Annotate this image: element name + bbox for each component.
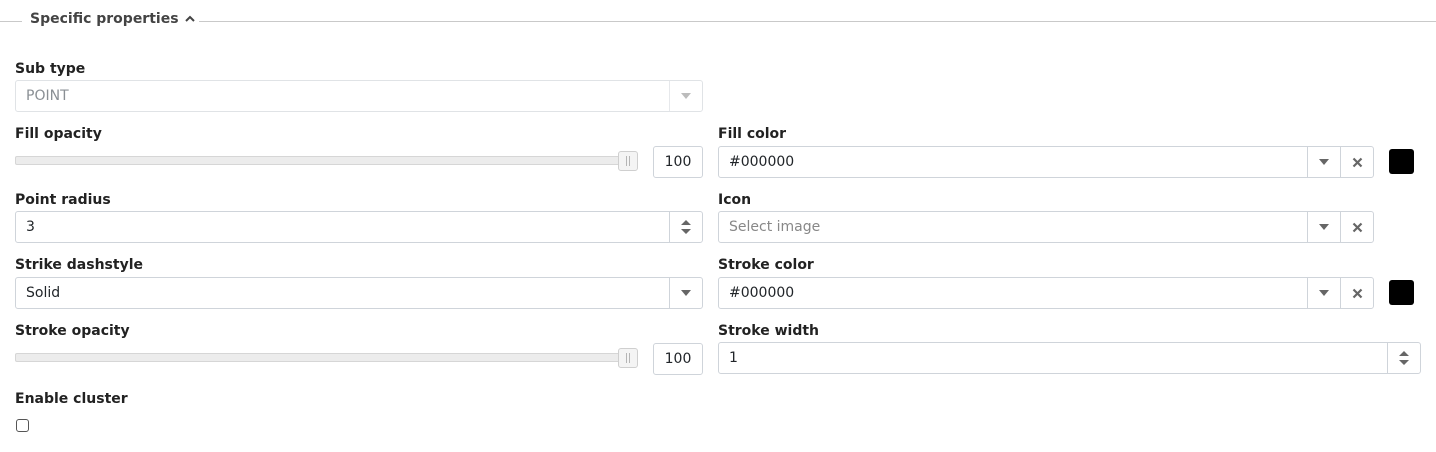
fill-opacity-input[interactable]: 100 xyxy=(653,146,703,178)
stroke-width-label: Stroke width xyxy=(718,323,820,339)
stroke-color-swatch[interactable] xyxy=(1389,280,1414,305)
stroke-opacity-input[interactable]: 100 xyxy=(653,343,703,375)
caret-down-icon[interactable] xyxy=(1307,147,1340,177)
stroke-color-label: Stroke color xyxy=(718,257,814,273)
section-divider-left xyxy=(0,21,22,22)
stroke-opacity-slider-track[interactable] xyxy=(15,353,637,362)
stroke-width-value: 1 xyxy=(729,350,738,366)
enable-cluster-checkbox[interactable] xyxy=(16,419,29,432)
sub-type-select[interactable]: POINT xyxy=(15,80,703,112)
section-toggle[interactable]: Specific properties xyxy=(30,11,199,27)
icon-select[interactable]: Select image xyxy=(718,211,1374,243)
sub-type-label: Sub type xyxy=(15,61,86,77)
fill-opacity-label: Fill opacity xyxy=(15,126,102,142)
fill-color-label: Fill color xyxy=(718,126,787,142)
point-radius-label: Point radius xyxy=(15,192,111,208)
strike-dashstyle-label: Strike dashstyle xyxy=(15,257,143,273)
fill-color-value: #000000 xyxy=(729,154,795,170)
fill-color-select[interactable]: #000000 xyxy=(718,146,1374,178)
icon-placeholder: Select image xyxy=(729,219,821,235)
caret-down-icon[interactable] xyxy=(1307,212,1340,242)
clear-icon[interactable] xyxy=(1340,147,1373,177)
strike-dashstyle-select[interactable]: Solid xyxy=(15,277,703,309)
spinner-arrows-icon[interactable] xyxy=(1387,343,1420,373)
fill-opacity-slider-thumb[interactable] xyxy=(618,151,638,171)
stroke-color-select[interactable]: #000000 xyxy=(718,277,1374,309)
fill-opacity-slider-track[interactable] xyxy=(15,156,637,165)
section-title: Specific properties xyxy=(30,11,179,27)
point-radius-value: 3 xyxy=(26,219,35,235)
caret-down-icon[interactable] xyxy=(1307,278,1340,308)
fill-color-swatch[interactable] xyxy=(1389,149,1414,174)
spinner-arrows-icon[interactable] xyxy=(669,212,702,242)
stroke-opacity-slider-thumb[interactable] xyxy=(618,348,638,368)
section-divider-right xyxy=(189,21,1436,22)
icon-label: Icon xyxy=(718,192,752,208)
enable-cluster-label: Enable cluster xyxy=(15,391,128,407)
sub-type-value: POINT xyxy=(26,88,69,104)
caret-down-icon xyxy=(669,81,702,111)
strike-dashstyle-value: Solid xyxy=(26,285,61,301)
caret-down-icon[interactable] xyxy=(669,278,702,308)
stroke-width-input[interactable]: 1 xyxy=(718,342,1421,374)
clear-icon[interactable] xyxy=(1340,212,1373,242)
stroke-color-value: #000000 xyxy=(729,285,795,301)
stroke-opacity-label: Stroke opacity xyxy=(15,323,130,339)
chevron-up-icon xyxy=(184,15,195,23)
point-radius-input[interactable]: 3 xyxy=(15,211,703,243)
clear-icon[interactable] xyxy=(1340,278,1373,308)
